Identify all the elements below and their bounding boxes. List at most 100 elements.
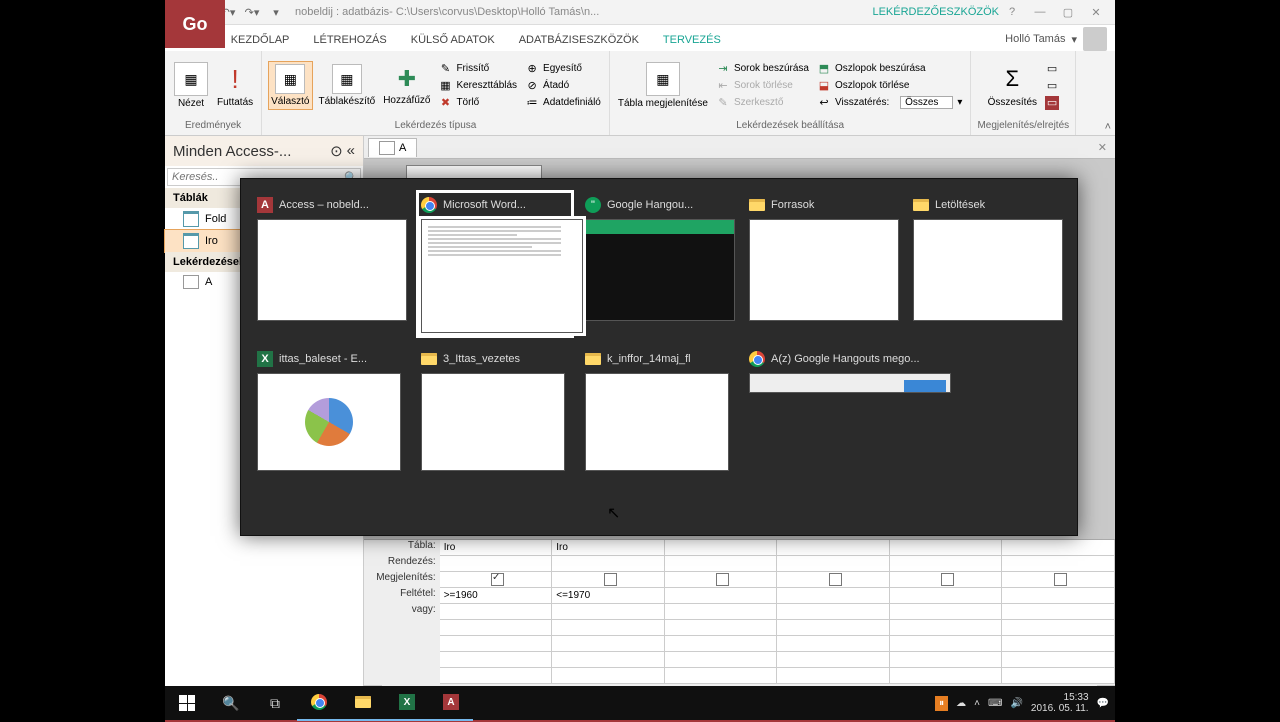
start-button[interactable] — [165, 686, 209, 720]
grid-cell[interactable] — [440, 556, 553, 572]
parameters-button[interactable]: ▭ — [1043, 61, 1061, 77]
taskbar-chrome[interactable] — [297, 685, 341, 721]
user-account[interactable]: Holló Tamás ▾ — [1005, 27, 1115, 51]
grid-show-checkbox[interactable] — [440, 572, 553, 588]
folder-icon — [585, 351, 601, 367]
grid-show-checkbox[interactable] — [665, 572, 778, 588]
grid-cell[interactable] — [1002, 604, 1115, 620]
help-icon[interactable]: ? — [999, 6, 1025, 19]
grid-cell[interactable] — [1002, 556, 1115, 572]
grid-cell[interactable] — [777, 556, 890, 572]
tab-external-data[interactable]: KÜLSŐ ADATOK — [399, 29, 507, 51]
delete-icon: ✖ — [438, 96, 452, 110]
nav-collapse-icon[interactable]: « — [347, 142, 355, 160]
tab-design[interactable]: TERVEZÉS — [651, 29, 733, 51]
query-design-grid[interactable]: Tábla: Iro Iro Rendezés: — [364, 539, 1115, 700]
switch-item-folder-ittas[interactable]: 3_Ittas_vezetes — [421, 349, 569, 471]
thumbnail — [585, 219, 735, 321]
switch-item-word[interactable]: Microsoft Word... — [421, 195, 569, 333]
delete-query-button[interactable]: ✖Törlő — [436, 95, 519, 111]
grid-cell[interactable] — [777, 588, 890, 604]
task-view-icon[interactable]: ⧉ — [253, 686, 297, 720]
switch-item-forrasok[interactable]: Forrasok — [749, 195, 897, 333]
tab-database-tools[interactable]: ADATBÁZISESZKÖZÖK — [507, 29, 651, 51]
redo-icon[interactable]: ↷▾ — [243, 3, 261, 21]
passthrough-query-button[interactable]: ⊘Átadó — [523, 78, 603, 94]
doc-tab-close-icon[interactable]: ✕ — [1090, 141, 1115, 154]
grid-show-checkbox[interactable] — [777, 572, 890, 588]
grid-cell[interactable] — [552, 556, 665, 572]
switch-item-hangouts[interactable]: "Google Hangou... — [585, 195, 733, 333]
grid-criteria-cell[interactable]: >=1960 — [440, 588, 553, 604]
tray-onedrive-icon[interactable]: ☁ — [956, 698, 966, 709]
grid-cell[interactable] — [890, 540, 1003, 556]
grid-cell[interactable] — [665, 556, 778, 572]
return-control[interactable]: ↩Visszatérés: Összes▾ — [815, 95, 964, 111]
system-tray[interactable]: ⏸ ☁ ˄ ⌨ 🔊 15:33 2016. 05. 11. 💬 — [935, 692, 1115, 714]
minimize-icon[interactable]: — — [1027, 6, 1053, 19]
show-table-button[interactable]: ▦Tábla megjelenítése — [616, 60, 710, 111]
table-names-button[interactable]: ▭ — [1043, 95, 1061, 111]
taskbar-search-icon[interactable]: 🔍 — [209, 686, 253, 720]
grid-cell[interactable] — [890, 588, 1003, 604]
grid-cell[interactable] — [890, 604, 1003, 620]
tray-notification-icon[interactable]: ⏸ — [935, 696, 948, 711]
property-sheet-button[interactable]: ▭ — [1043, 78, 1061, 94]
delete-rows-button[interactable]: ⇤Sorok törlése — [714, 78, 811, 94]
tray-keyboard-icon[interactable]: ⌨ — [988, 698, 1002, 709]
tab-create[interactable]: LÉTREHOZÁS — [301, 29, 398, 51]
append-button[interactable]: ✚Hozzáfűző — [381, 63, 432, 108]
grid-show-checkbox[interactable] — [552, 572, 665, 588]
doc-tab-a[interactable]: A — [368, 138, 417, 157]
nav-header[interactable]: Minden Access-... ⊙ « — [165, 136, 363, 166]
tray-clock[interactable]: 15:33 2016. 05. 11. — [1031, 692, 1089, 714]
switch-item-folder-kinffor[interactable]: k_inffor_14maj_fl — [585, 349, 733, 471]
collapse-ribbon-icon[interactable]: ˄ — [1105, 121, 1111, 133]
taskbar-access[interactable]: A — [429, 685, 473, 721]
grid-cell[interactable] — [890, 556, 1003, 572]
grid-cell[interactable] — [552, 604, 665, 620]
nav-dropdown-icon[interactable]: ⊙ — [330, 142, 343, 160]
qat-customize-icon[interactable]: ▾ — [267, 3, 285, 21]
maketable-button[interactable]: ▦Táblakészítő — [317, 62, 378, 109]
totals-button[interactable]: ΣÖsszesítés — [986, 61, 1039, 110]
close-icon[interactable]: ✕ — [1083, 6, 1109, 19]
window-title: nobeldij : adatbázis- C:\Users\corvus\De… — [295, 6, 862, 18]
select-query-button[interactable]: ▦Választó — [268, 61, 312, 110]
grid-cell[interactable] — [440, 604, 553, 620]
tray-action-center-icon[interactable]: 💬 — [1097, 698, 1109, 709]
taskbar-excel[interactable]: X — [385, 685, 429, 721]
delete-cols-button[interactable]: ⬓Oszlopok törlése — [815, 78, 964, 94]
grid-cell[interactable]: Iro — [552, 540, 665, 556]
grid-cell[interactable] — [1002, 540, 1115, 556]
grid-criteria-cell[interactable]: <=1970 — [552, 588, 665, 604]
update-query-button[interactable]: ✎Frissítő — [436, 61, 519, 77]
grid-show-checkbox[interactable] — [890, 572, 1003, 588]
grid-cell[interactable] — [665, 588, 778, 604]
datadef-query-button[interactable]: ≔Adatdefiniáló — [523, 95, 603, 111]
view-button[interactable]: ▦Nézet — [171, 60, 211, 111]
switch-item-letoltesek[interactable]: Letöltések — [913, 195, 1061, 333]
maximize-icon[interactable]: ▢ — [1055, 6, 1081, 19]
grid-cell[interactable] — [665, 540, 778, 556]
run-button[interactable]: !Futtatás — [215, 61, 255, 110]
crosstab-query-button[interactable]: ▦Kereszttáblás — [436, 78, 519, 94]
grid-cell[interactable] — [1002, 588, 1115, 604]
grid-cell[interactable]: Iro — [440, 540, 553, 556]
insert-rows-button[interactable]: ⇥Sorok beszúrása — [714, 61, 811, 77]
grid-cell[interactable] — [665, 604, 778, 620]
grid-show-checkbox[interactable] — [1002, 572, 1115, 588]
switch-item-hangouts-popup[interactable]: A(z) Google Hangouts mego... — [749, 349, 949, 471]
tray-chevron-icon[interactable]: ˄ — [974, 698, 980, 709]
grid-cell[interactable] — [777, 540, 890, 556]
return-value[interactable]: Összes — [900, 96, 953, 109]
union-query-button[interactable]: ⊕Egyesítő — [523, 61, 603, 77]
grid-cell[interactable] — [777, 604, 890, 620]
switch-item-access[interactable]: AAccess – nobeld... — [257, 195, 405, 333]
builder-button[interactable]: ✎Szerkesztő — [714, 95, 811, 111]
switch-item-excel[interactable]: Xittas_baleset - E... — [257, 349, 405, 471]
taskbar-explorer[interactable] — [341, 685, 385, 721]
insert-cols-button[interactable]: ⬒Oszlopok beszúrása — [815, 61, 964, 77]
tray-volume-icon[interactable]: 🔊 — [1010, 698, 1022, 709]
tab-home[interactable]: KEZDŐLAP — [219, 29, 302, 51]
